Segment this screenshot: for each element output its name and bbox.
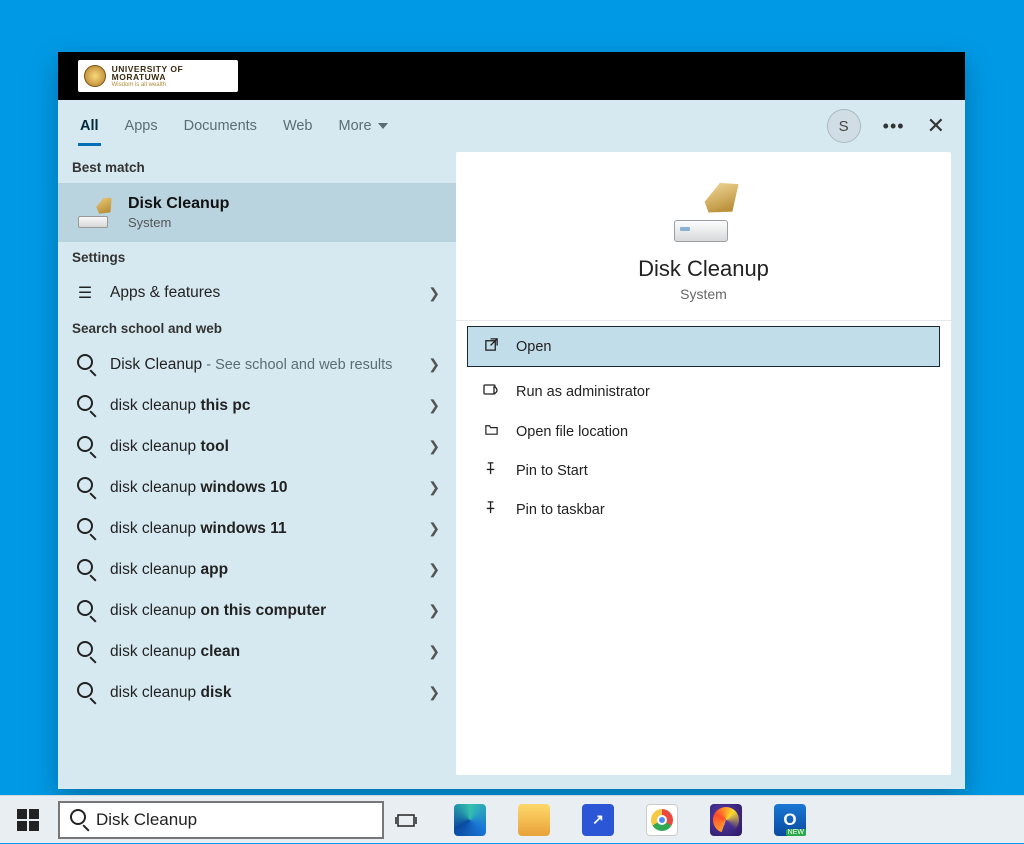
- start-button[interactable]: [4, 796, 52, 844]
- web-suggestion[interactable]: disk cleanup disk ❯: [58, 672, 456, 713]
- search-scope-tabs: All Apps Documents Web More S ••• ✕: [58, 100, 965, 152]
- web-suggestion-text: disk cleanup tool: [110, 438, 229, 456]
- chevron-right-icon: ❯: [428, 285, 440, 302]
- apps-features-label: Apps & features: [110, 284, 220, 302]
- pin-icon: [482, 461, 500, 480]
- search-icon: [74, 477, 96, 498]
- taskbar-app-outlook[interactable]: NEW: [774, 804, 806, 836]
- results-column: Best match Disk Cleanup System Settings …: [58, 152, 456, 789]
- university-crest-icon: [84, 65, 106, 87]
- org-motto: Wisdom is all wealth: [112, 82, 238, 88]
- search-icon: [74, 559, 96, 580]
- web-suggestion[interactable]: disk cleanup clean ❯: [58, 631, 456, 672]
- taskbar-app-generic[interactable]: ↗: [582, 804, 614, 836]
- chevron-right-icon: ❯: [428, 561, 440, 578]
- new-badge: NEW: [786, 829, 806, 836]
- taskbar: Disk Cleanup ↗ NEW: [0, 795, 1024, 843]
- chevron-right-icon: ❯: [428, 438, 440, 455]
- more-options-button[interactable]: •••: [883, 116, 905, 137]
- tab-all[interactable]: All: [80, 100, 99, 152]
- pin-icon: [482, 500, 500, 519]
- action-open-label: Open: [516, 339, 551, 355]
- web-suggestion-text: disk cleanup clean: [110, 643, 240, 661]
- details-hero: Disk Cleanup System: [456, 152, 951, 321]
- search-icon: [74, 600, 96, 621]
- web-suggestion-primary[interactable]: Disk Cleanup - See school and web result…: [58, 344, 456, 385]
- chevron-right-icon: ❯: [428, 356, 440, 373]
- web-suggestion[interactable]: disk cleanup windows 11 ❯: [58, 508, 456, 549]
- action-pin-taskbar[interactable]: Pin to taskbar: [456, 490, 951, 529]
- disk-cleanup-icon: [668, 182, 740, 242]
- action-open-location-label: Open file location: [516, 424, 628, 440]
- action-pin-taskbar-label: Pin to taskbar: [516, 502, 605, 518]
- apps-features-icon: ☰: [74, 283, 96, 303]
- settings-header: Settings: [58, 242, 456, 273]
- best-match-subtitle: System: [128, 215, 229, 230]
- org-banner: UNIVERSITY OF MORATUWA Wisdom is all wea…: [58, 52, 965, 100]
- folder-icon: [482, 422, 500, 441]
- disk-cleanup-icon: [74, 198, 114, 228]
- action-open-location[interactable]: Open file location: [456, 412, 951, 451]
- chevron-right-icon: ❯: [428, 397, 440, 414]
- open-icon: [482, 337, 500, 356]
- chevron-right-icon: ❯: [428, 684, 440, 701]
- chevron-right-icon: ❯: [428, 520, 440, 537]
- best-match-header: Best match: [58, 152, 456, 183]
- web-suggestion-text: disk cleanup app: [110, 561, 228, 579]
- settings-apps-features[interactable]: ☰ Apps & features ❯: [58, 273, 456, 313]
- search-icon: [74, 682, 96, 703]
- action-pin-start[interactable]: Pin to Start: [456, 451, 951, 490]
- taskbar-app-edge[interactable]: [454, 804, 486, 836]
- tab-web[interactable]: Web: [283, 100, 313, 152]
- close-button[interactable]: ✕: [927, 113, 945, 139]
- chevron-right-icon: ❯: [428, 643, 440, 660]
- taskbar-search-value: Disk Cleanup: [96, 810, 197, 830]
- web-suggestion-text: disk cleanup windows 11: [110, 520, 287, 538]
- org-name: UNIVERSITY OF MORATUWA: [112, 65, 238, 82]
- search-icon: [74, 395, 96, 416]
- web-suggestion[interactable]: disk cleanup app ❯: [58, 549, 456, 590]
- shield-icon: [482, 382, 500, 402]
- web-header: Search school and web: [58, 313, 456, 344]
- web-suggestion[interactable]: disk cleanup windows 10 ❯: [58, 467, 456, 508]
- action-run-admin[interactable]: Run as administrator: [456, 372, 951, 412]
- details-title: Disk Cleanup: [638, 256, 769, 282]
- org-logo: UNIVERSITY OF MORATUWA Wisdom is all wea…: [78, 60, 238, 92]
- taskbar-search-box[interactable]: Disk Cleanup: [58, 801, 384, 839]
- best-match-title: Disk Cleanup: [128, 195, 229, 213]
- taskbar-app-firefox[interactable]: [710, 804, 742, 836]
- search-icon: [74, 436, 96, 457]
- chevron-right-icon: ❯: [428, 479, 440, 496]
- user-avatar[interactable]: S: [827, 109, 861, 143]
- start-search-window: UNIVERSITY OF MORATUWA Wisdom is all wea…: [58, 52, 965, 789]
- web-suggestion-text: disk cleanup on this computer: [110, 602, 326, 620]
- details-subtitle: System: [680, 286, 727, 302]
- tab-apps[interactable]: Apps: [125, 100, 158, 152]
- task-view-button[interactable]: [390, 804, 422, 836]
- web-suggestion-text: disk cleanup windows 10: [110, 479, 287, 497]
- windows-logo-icon: [17, 809, 39, 831]
- web-suggestion[interactable]: disk cleanup this pc ❯: [58, 385, 456, 426]
- tab-more-label: More: [339, 118, 372, 134]
- tab-documents[interactable]: Documents: [184, 100, 257, 152]
- action-open[interactable]: Open: [468, 327, 939, 366]
- taskbar-app-chrome[interactable]: [646, 804, 678, 836]
- action-run-admin-label: Run as administrator: [516, 384, 650, 400]
- web-suggestion-text: disk cleanup this pc: [110, 397, 250, 415]
- chevron-down-icon: [378, 123, 388, 129]
- search-icon: [74, 518, 96, 539]
- search-icon: [74, 354, 96, 375]
- web-suggestion-text: disk cleanup disk: [110, 684, 232, 702]
- taskbar-app-file-explorer[interactable]: [518, 804, 550, 836]
- best-match-result[interactable]: Disk Cleanup System: [58, 183, 456, 242]
- action-pin-start-label: Pin to Start: [516, 463, 588, 479]
- web-suggestion-text: Disk Cleanup - See school and web result…: [110, 356, 392, 374]
- chevron-right-icon: ❯: [428, 602, 440, 619]
- web-suggestion[interactable]: disk cleanup tool ❯: [58, 426, 456, 467]
- details-pane: Disk Cleanup System Open Run as administ…: [456, 152, 951, 775]
- web-suggestion[interactable]: disk cleanup on this computer ❯: [58, 590, 456, 631]
- search-icon: [74, 641, 96, 662]
- tab-more[interactable]: More: [339, 100, 388, 152]
- search-icon: [70, 809, 86, 830]
